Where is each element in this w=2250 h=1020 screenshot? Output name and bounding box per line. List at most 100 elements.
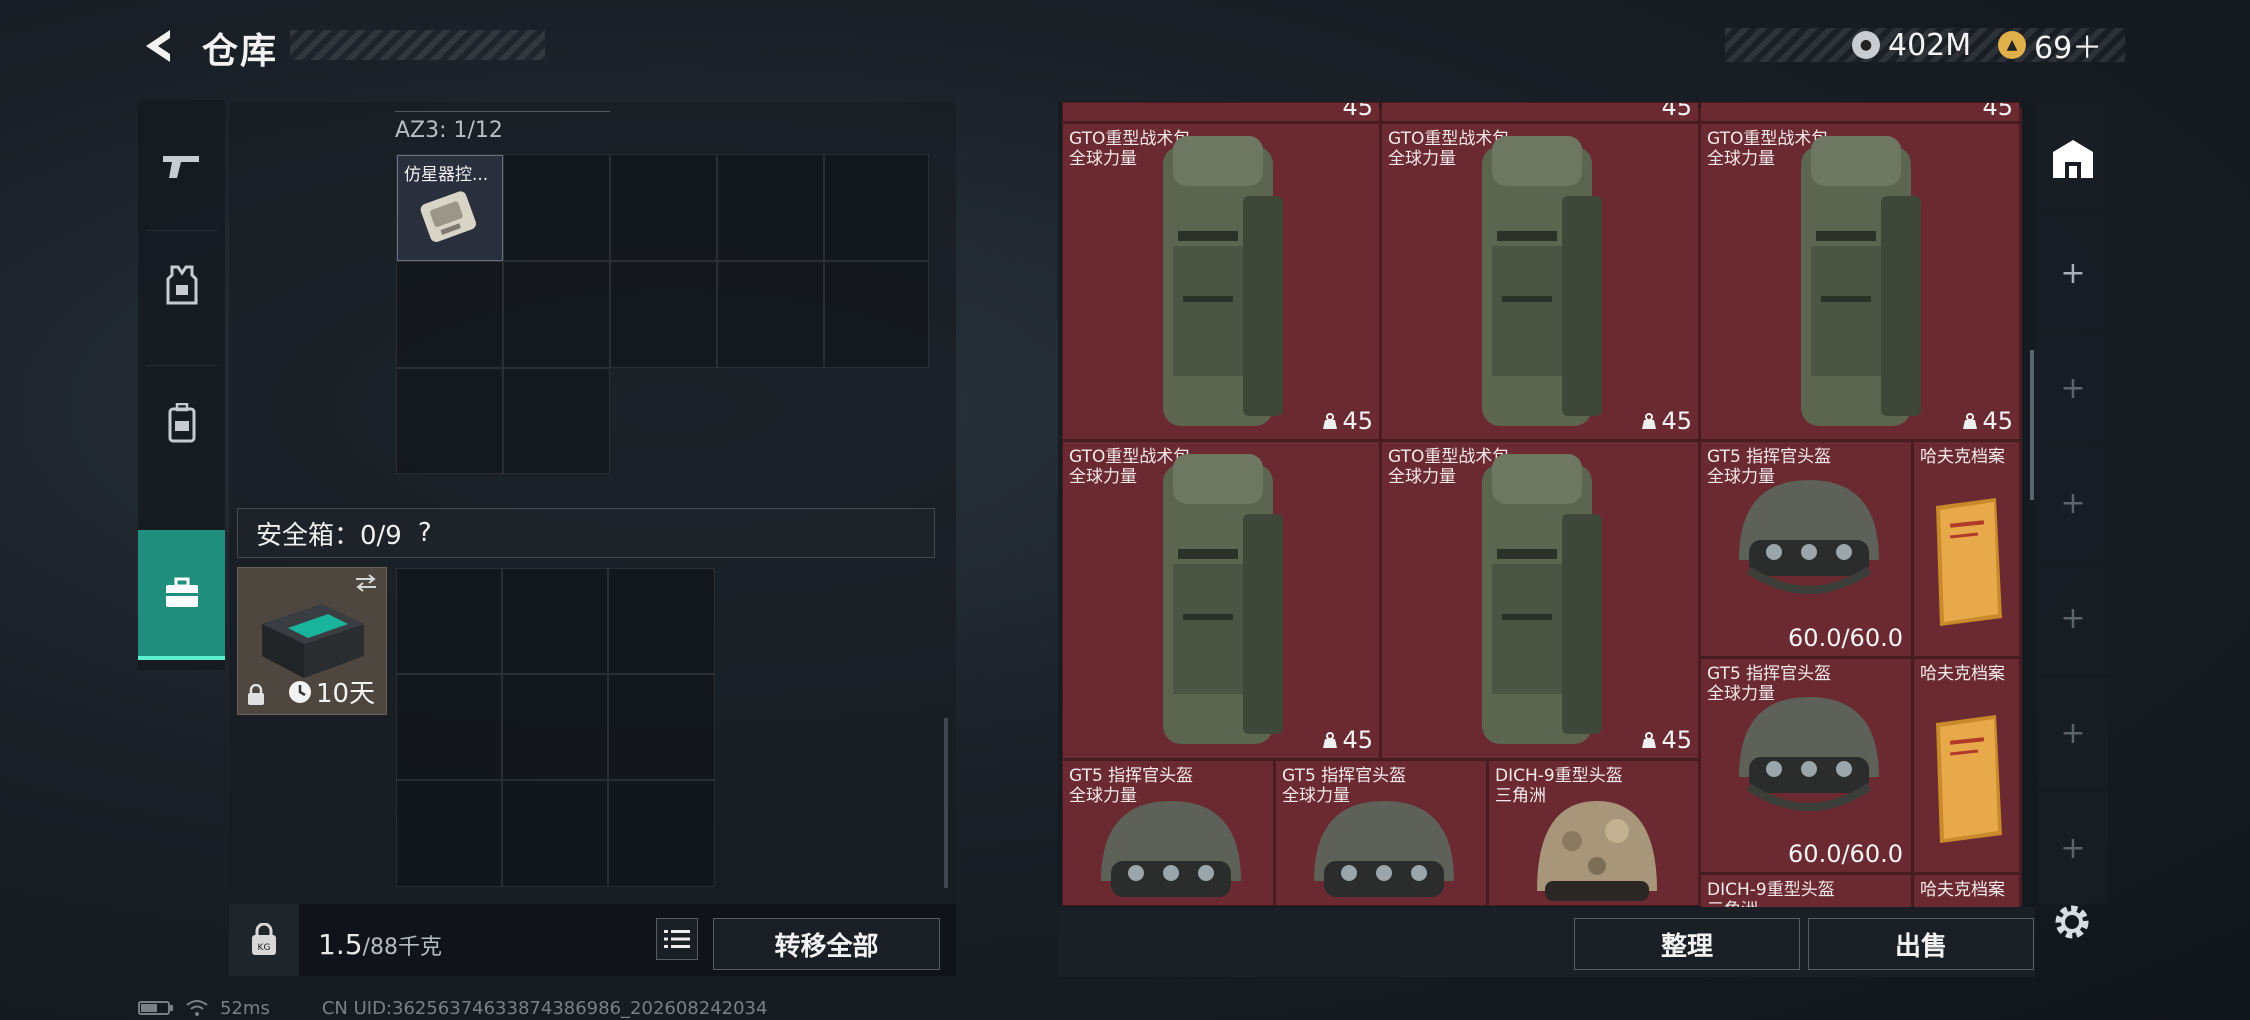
- stash-item-backpack[interactable]: GTO重型战术包 全球力量 45: [1700, 123, 2020, 440]
- safe-box-icon: [262, 604, 364, 678]
- stash-slot-partial[interactable]: 45: [1381, 102, 1699, 122]
- wifi-icon: [186, 1000, 208, 1016]
- grid-cell[interactable]: [717, 154, 824, 261]
- battery-icon: [138, 1001, 173, 1015]
- swap-icon[interactable]: [354, 574, 378, 592]
- grid-cell[interactable]: [503, 261, 610, 368]
- help-button[interactable]: ?: [418, 518, 432, 548]
- left-scrollbar[interactable]: [944, 718, 948, 888]
- stash-item-backpack[interactable]: GTO重型战术包 全球力量 45: [1062, 123, 1380, 440]
- weight-lock-button[interactable]: KG: [229, 904, 299, 976]
- container-item-stellarator-controller[interactable]: 仿星器控...: [397, 155, 503, 261]
- svg-text:KG: KG: [258, 943, 271, 953]
- stash-item-helmet-camo[interactable]: DICH-9重型头盔三角洲: [1488, 760, 1699, 906]
- item-durability: 60.0/60.0: [1788, 624, 1903, 652]
- grid-cell[interactable]: [502, 674, 608, 780]
- stash-item-file[interactable]: 哈夫克档案: [1913, 441, 2020, 657]
- stash-page-main[interactable]: [2038, 102, 2108, 214]
- safe-box-timer: 10天: [316, 679, 376, 709]
- grid-cell[interactable]: [396, 780, 502, 887]
- item-quantity: 45: [1982, 102, 2013, 121]
- grid-cell[interactable]: [608, 674, 715, 780]
- grid-cell[interactable]: [503, 154, 610, 261]
- grid-cell[interactable]: [608, 780, 715, 887]
- grid-cell[interactable]: [824, 261, 929, 368]
- chip-icon: [420, 191, 477, 242]
- stash-item-helmet[interactable]: GT5 指挥官头盔 全球力量 60.0/60.0: [1700, 658, 1912, 873]
- grid-cell[interactable]: [396, 674, 502, 780]
- stash-scrollbar[interactable]: [2030, 350, 2034, 500]
- settings-gear-icon[interactable]: [2050, 900, 2094, 944]
- plus-icon: +: [2060, 830, 2086, 866]
- grid-cell[interactable]: [502, 568, 608, 674]
- weight-icon: [1642, 732, 1657, 748]
- currency-silver[interactable]: ● 402M: [1852, 26, 1971, 64]
- transfer-all-button[interactable]: 转移全部: [713, 918, 940, 970]
- weight-display: 1.5/88千克: [318, 928, 442, 961]
- back-arrow-icon[interactable]: [138, 26, 178, 66]
- gold-coin-icon: ▲: [1998, 31, 2026, 59]
- item-name: 哈夫克档案: [1920, 447, 2005, 467]
- tab-safe-box[interactable]: [138, 530, 225, 660]
- status-bar: 52ms CN UID:3625637463387438698​6_202608…: [138, 997, 768, 1019]
- kg-lock-icon: KG: [252, 923, 276, 955]
- stash-item-helmet[interactable]: GT5 指挥官头盔 全球力量 60.0/60.0: [1700, 441, 1912, 657]
- grid-cell[interactable]: [610, 261, 717, 368]
- stash-page-tools: + + + + + +: [2038, 102, 2108, 904]
- vest-icon: [166, 265, 197, 305]
- stash-item-backpack[interactable]: GTO重型战术包 全球力量 45: [1381, 441, 1699, 759]
- pistol-icon: [162, 156, 199, 178]
- item-name: 哈夫克档案: [1920, 880, 2005, 900]
- currency-gold[interactable]: ▲ 69＋: [1998, 26, 2103, 66]
- lock-icon: [248, 684, 264, 705]
- stash-item-file[interactable]: 哈夫克档案: [1913, 658, 2020, 873]
- stash-slot-partial[interactable]: 45: [1062, 102, 1380, 122]
- sell-button[interactable]: 出售: [1808, 918, 2034, 970]
- item-durability: 60.0/60.0: [1788, 840, 1903, 868]
- page-title: 仓库: [202, 31, 279, 72]
- stash-item-backpack[interactable]: GTO重型战术包 全球力量 45: [1381, 123, 1699, 440]
- backpack-icon: [1801, 136, 1921, 426]
- stash-item-backpack[interactable]: GTO重型战术包 全球力量 45: [1062, 441, 1380, 759]
- category-tabs: [138, 100, 225, 670]
- plus-icon: +: [2060, 485, 2086, 521]
- player-uid: CN UID:3625637463387438698​6_20260824203…: [321, 997, 768, 1019]
- helmet-icon: [1739, 480, 1879, 594]
- grid-cell[interactable]: [503, 368, 610, 474]
- grid-cell[interactable]: [502, 780, 608, 887]
- add-stash-page-button[interactable]: +: [2038, 792, 2108, 904]
- tab-backpack[interactable]: [138, 358, 225, 488]
- grid-cell[interactable]: [396, 261, 503, 368]
- grid-cell[interactable]: [396, 568, 502, 674]
- list-view-button[interactable]: [656, 918, 698, 960]
- add-stash-page-button[interactable]: +: [2038, 562, 2108, 674]
- file-icon: [1936, 498, 2002, 626]
- add-stash-page-button[interactable]: +: [2038, 447, 2108, 559]
- helmet-icon: [1739, 697, 1879, 811]
- plus-icon: +: [2060, 255, 2086, 291]
- grid-cell[interactable]: [396, 368, 503, 474]
- grid-cell[interactable]: [608, 568, 715, 674]
- sort-button[interactable]: 整理: [1574, 918, 1800, 970]
- stash-item-helmet[interactable]: GT5 指挥官头盔 全球力量: [1062, 760, 1274, 906]
- add-stash-page-button[interactable]: +: [2038, 217, 2108, 329]
- plus-icon: +: [2060, 600, 2086, 636]
- safe-box-item[interactable]: 10天: [237, 567, 387, 715]
- stash-item-helmet[interactable]: GT5 指挥官头盔 全球力量: [1275, 760, 1487, 906]
- container-divider: [395, 102, 610, 112]
- grid-cell[interactable]: [610, 154, 717, 261]
- item-quantity: 45: [1342, 102, 1373, 121]
- plus-icon: +: [2060, 715, 2086, 751]
- backpack-icon: [1163, 136, 1283, 426]
- grid-cell[interactable]: [717, 261, 824, 368]
- safe-box-header: 安全箱：0/9 ?: [237, 508, 935, 558]
- add-stash-page-button[interactable]: +: [2038, 677, 2108, 789]
- tab-weapon[interactable]: [138, 100, 225, 230]
- grid-cell[interactable]: [824, 154, 929, 261]
- weight-icon: [1642, 413, 1657, 429]
- add-stash-page-button[interactable]: +: [2038, 332, 2108, 444]
- tab-armor[interactable]: [138, 220, 225, 350]
- stash-slot-partial[interactable]: 45: [1700, 102, 2020, 122]
- item-quantity: 45: [1322, 407, 1373, 435]
- currency-gold-value: 69＋: [2034, 31, 2103, 66]
